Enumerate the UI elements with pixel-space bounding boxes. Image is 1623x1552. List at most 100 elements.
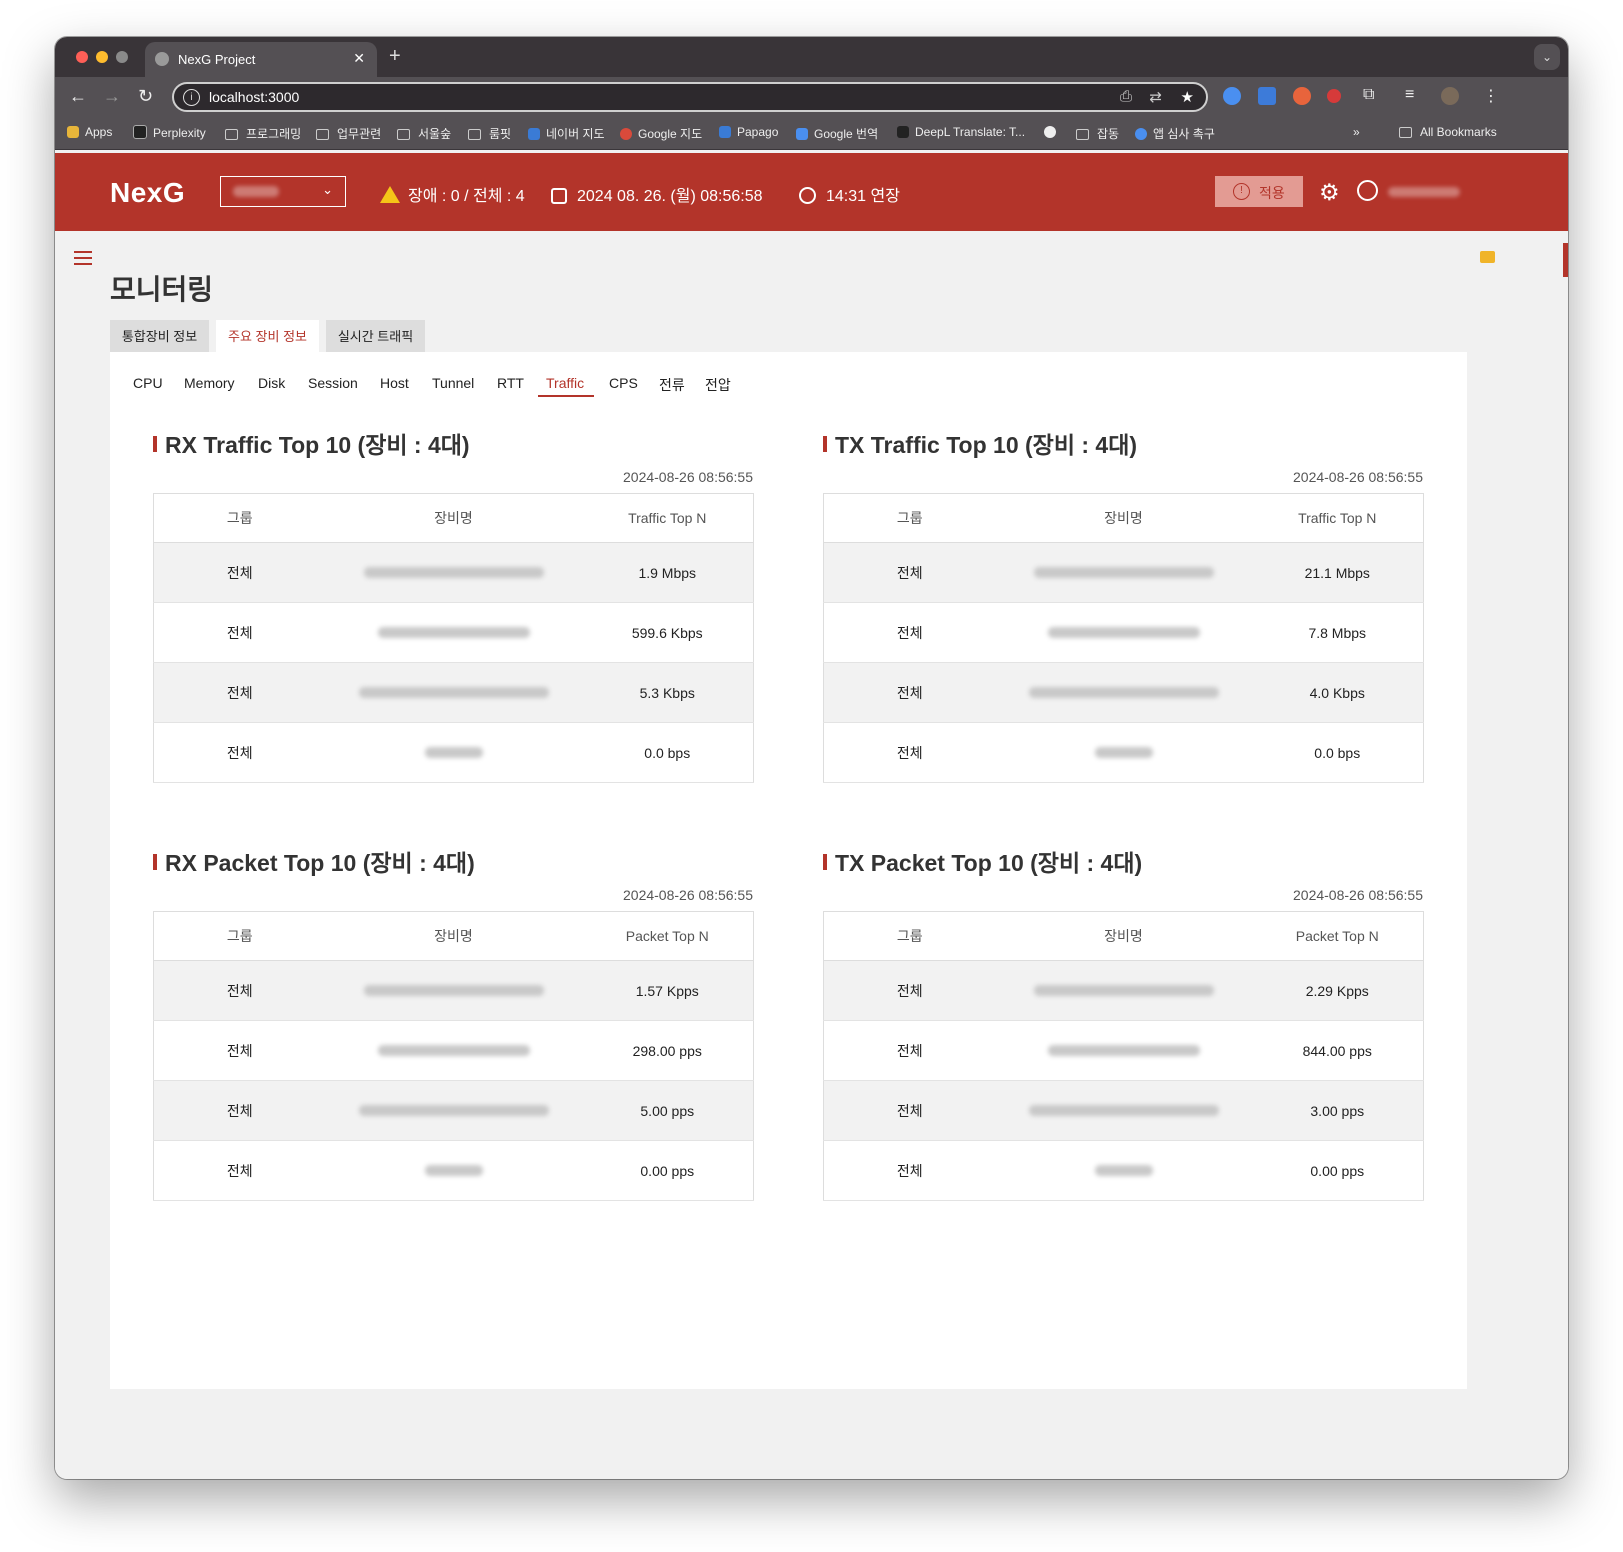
table-row[interactable]: 전체 0.0 bps [153,722,754,783]
folder-icon [1399,127,1412,138]
alarm-status[interactable]: 장애 : 0 / 전체 : 4 [380,182,525,206]
subnav-traffic[interactable]: Traffic [546,375,584,391]
bookmark-google-maps[interactable]: Google 지도 [620,125,702,142]
tab-search-button[interactable]: ⌄ [1534,44,1560,70]
session-extend[interactable]: 14:31 연장 [799,182,900,206]
column-header-device[interactable]: 장비명 [325,493,582,543]
subnav-memory[interactable]: Memory [184,375,235,391]
calendar-icon [551,188,567,204]
bookmark-papago[interactable]: Papago [719,125,778,139]
table-row[interactable]: 전체 5.3 Kbps [153,662,754,723]
translate-extension-icon[interactable] [1258,87,1276,105]
folder-icon [397,129,410,140]
bookmark-folder[interactable]: 서울숲 [397,125,451,142]
subnav-session[interactable]: Session [308,375,358,391]
table-row[interactable]: 전체 7.8 Mbps [823,602,1424,663]
table-row[interactable]: 전체 844.00 pps [823,1020,1424,1081]
bookmark-naver-map[interactable]: 네이버 지도 [528,125,605,142]
site-info-icon[interactable]: i [183,89,200,106]
kebab-menu-icon[interactable]: ⋮ [1483,86,1499,106]
tab-integrated-info[interactable]: 통합장비 정보 [110,320,209,352]
bookmark-google-translate[interactable]: Google 번역 [796,125,878,142]
tab-key-devices[interactable]: 주요 장비 정보 [216,320,319,352]
table-row[interactable]: 전체 5.00 pps [153,1080,754,1141]
value-cell: 21.1 Mbps [1251,542,1424,603]
bookmark-folder[interactable]: 룸핏 [468,125,511,142]
table-row[interactable]: 전체 21.1 Mbps [823,542,1424,603]
minimize-window-button[interactable] [96,51,108,63]
table-row[interactable]: 전체 0.0 bps [823,722,1424,783]
site-selector[interactable]: ⌄ [220,176,346,207]
folder-icon[interactable] [1480,251,1495,263]
column-header-group[interactable]: 그룹 [823,493,996,543]
column-header-value[interactable]: Packet Top N [1251,911,1424,961]
address-bar[interactable]: i localhost:3000 ⎙ ⇄ ★ [172,82,1208,112]
forward-arrow-icon[interactable]: → [103,86,121,107]
close-icon[interactable]: ✕ [353,50,365,67]
side-handle[interactable] [1563,243,1568,277]
bookmark-all[interactable]: All Bookmarks [1399,125,1497,139]
media-icon[interactable]: ≡ [1405,86,1414,104]
table-row[interactable]: 전체 3.00 pps [823,1080,1424,1141]
bookmark-folder[interactable]: 업무관련 [316,125,381,142]
apps-grid-icon [67,126,79,138]
maximize-window-button[interactable] [116,51,128,63]
browser-tab[interactable]: NexG Project ✕ [145,42,377,77]
column-header-group[interactable]: 그룹 [823,911,996,961]
column-header-device[interactable]: 장비명 [325,911,582,961]
back-arrow-icon[interactable]: ← [69,86,87,107]
url-text: localhost:3000 [209,89,300,105]
table-row[interactable]: 전체 298.00 pps [153,1020,754,1081]
table-row[interactable]: 전체 0.00 pps [153,1140,754,1201]
bookmark-deepl[interactable]: DeepL Translate: T... [897,125,1025,139]
redacted-device-name [424,746,483,758]
reload-icon[interactable]: ↻ [138,86,153,107]
table-row[interactable]: 전체 2.29 Kpps [823,960,1424,1021]
subnav-rtt[interactable]: RTT [497,375,524,391]
extension-icon[interactable] [1293,87,1311,105]
subnav-host[interactable]: Host [380,375,409,391]
hamburger-menu-icon[interactable] [74,251,92,269]
subnav-voltage[interactable]: 전압 [705,375,731,395]
bookmark-globe[interactable] [1044,125,1062,139]
column-header-value[interactable]: Packet Top N [581,911,754,961]
bookmark-app-review[interactable]: 앱 심사 촉구 [1135,125,1215,142]
puzzle-icon[interactable]: ⧉ [1363,86,1374,104]
table-row[interactable]: 전체 1.9 Mbps [153,542,754,603]
column-header-group[interactable]: 그룹 [153,911,326,961]
app-logo[interactable]: NexG [110,177,185,209]
bookmarks-overflow[interactable]: » [1353,125,1360,139]
avatar[interactable] [1441,87,1459,105]
column-header-device[interactable]: 장비명 [995,911,1252,961]
gear-icon[interactable]: ⚙ [1319,179,1340,206]
column-header-value[interactable]: Traffic Top N [581,493,754,543]
bookmark-apps[interactable]: Apps [67,125,112,139]
column-header-device[interactable]: 장비명 [995,493,1252,543]
subnav-current[interactable]: 전류 [659,375,685,395]
column-header-group[interactable]: 그룹 [153,493,326,543]
record-extension-icon[interactable] [1327,89,1341,103]
bookmark-folder[interactable]: 잡동 [1076,125,1119,142]
table-row[interactable]: 전체 1.57 Kpps [153,960,754,1021]
bookmark-folder[interactable]: 프로그래밍 [225,125,301,142]
new-tab-button[interactable]: + [389,45,401,68]
table-row[interactable]: 전체 4.0 Kbps [823,662,1424,723]
close-window-button[interactable] [76,51,88,63]
tab-realtime-traffic[interactable]: 실시간 트래픽 [326,320,425,352]
value-cell: 0.0 bps [581,722,754,783]
bookmark-perplexity[interactable]: Perplexity [133,125,206,140]
user-icon[interactable] [1357,180,1378,201]
translate-icon[interactable]: ⇄ [1149,88,1162,106]
subnav-tunnel[interactable]: Tunnel [432,375,474,391]
apply-button[interactable]: ! 적용 [1215,176,1303,207]
table-row[interactable]: 전체 0.00 pps [823,1140,1424,1201]
redacted-username[interactable] [1388,187,1460,197]
table-row[interactable]: 전체 599.6 Kbps [153,602,754,663]
star-icon[interactable]: ★ [1181,88,1194,106]
subnav-cpu[interactable]: CPU [133,375,163,391]
column-header-value[interactable]: Traffic Top N [1251,493,1424,543]
subnav-disk[interactable]: Disk [258,375,285,391]
extension-icon[interactable] [1223,87,1241,105]
install-icon[interactable]: ⎙ [1120,88,1132,105]
subnav-cps[interactable]: CPS [609,375,638,391]
